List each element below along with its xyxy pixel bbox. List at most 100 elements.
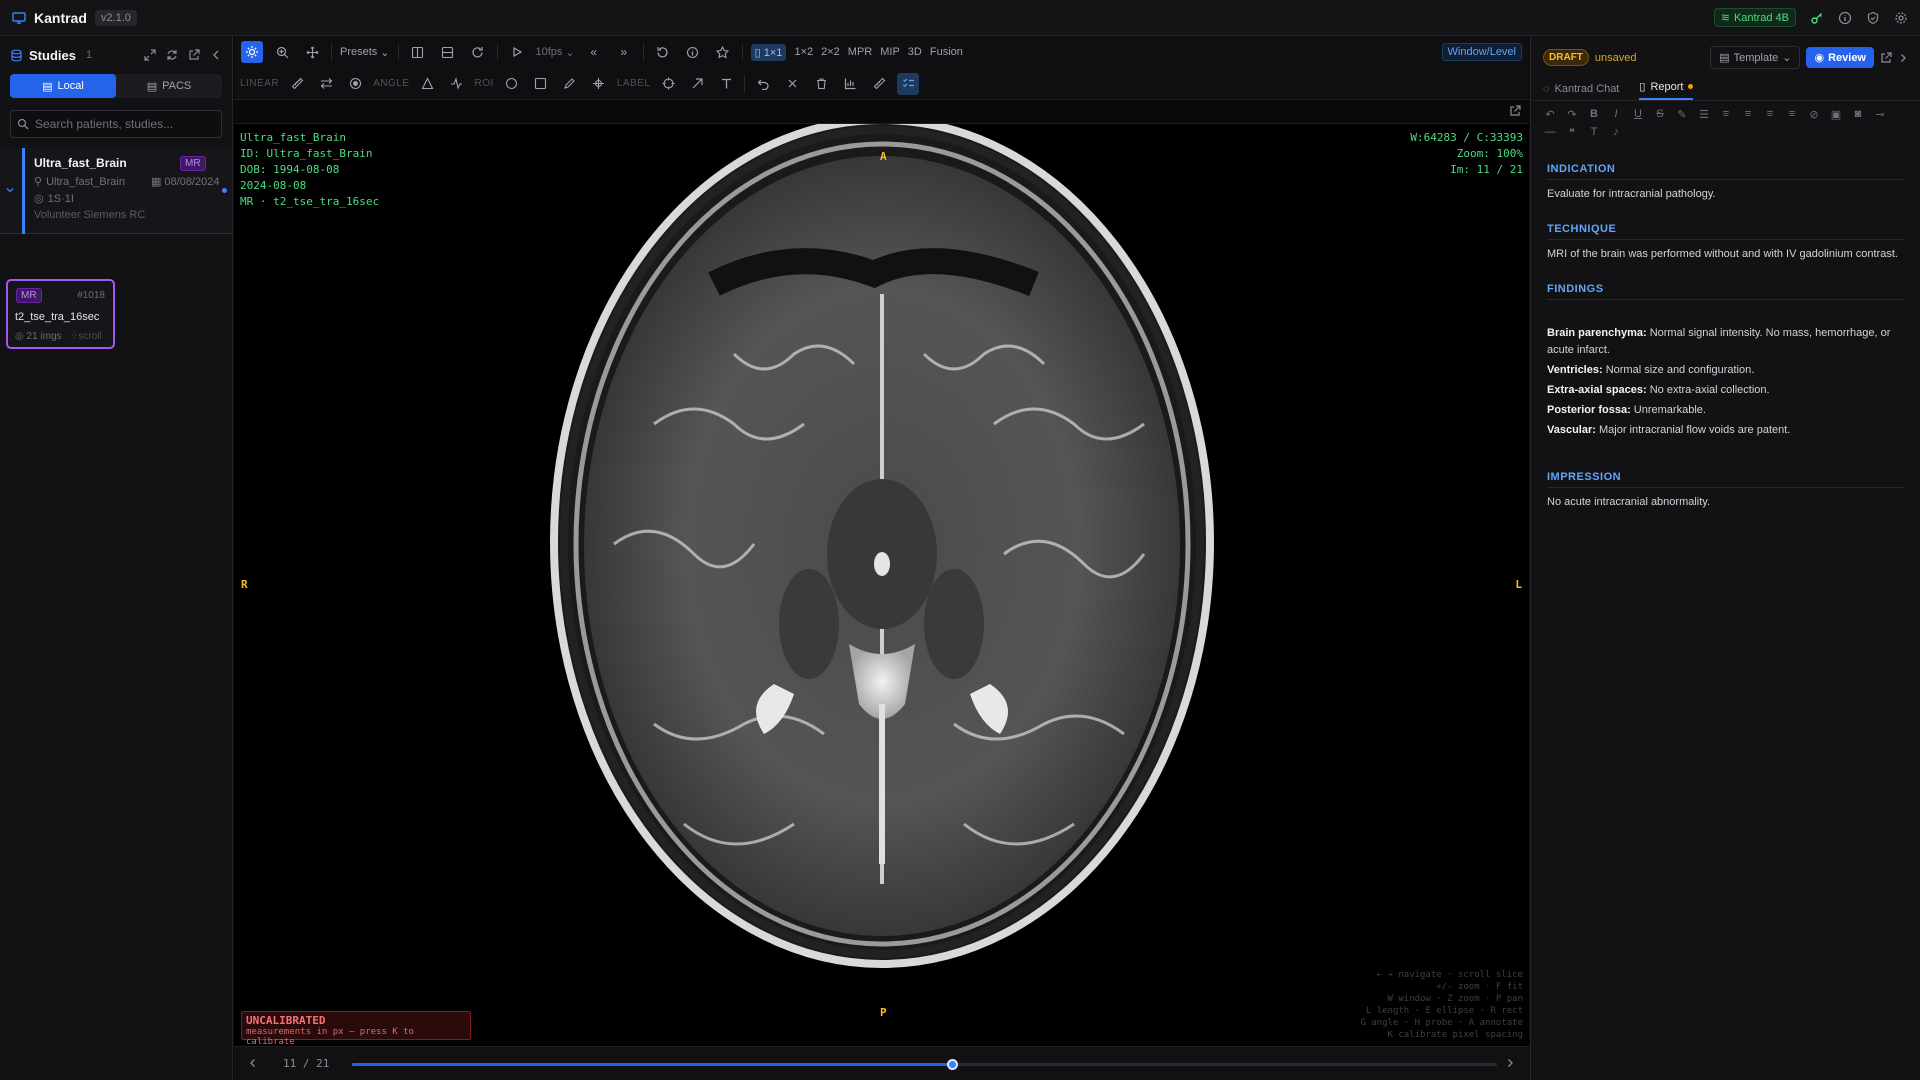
- text-icon[interactable]: [715, 73, 737, 95]
- next-slice-icon[interactable]: [1505, 1058, 1515, 1068]
- image-icon[interactable]: ▣: [1829, 107, 1843, 121]
- reset-icon[interactable]: [652, 41, 674, 63]
- zoom-icon[interactable]: [271, 41, 293, 63]
- clear-icon[interactable]: [781, 73, 803, 95]
- uncalibrated-warning[interactable]: UNCALIBRATED measurements in px — press …: [241, 1011, 471, 1046]
- overlay-image-index: Im: 11 / 21: [1450, 163, 1523, 176]
- external-link-icon[interactable]: [188, 49, 200, 61]
- tab-pacs[interactable]: ▤ PACS: [116, 74, 222, 98]
- finding-label: Extra-axial spaces:: [1547, 384, 1647, 396]
- probe-icon[interactable]: [588, 73, 610, 95]
- redo-icon[interactable]: ↷: [1565, 107, 1579, 121]
- calibrate-icon[interactable]: [868, 73, 890, 95]
- flip-horizontal-icon[interactable]: [407, 41, 429, 63]
- first-slice-icon[interactable]: «: [583, 41, 605, 63]
- undo-icon[interactable]: ↶: [1543, 107, 1557, 121]
- active-tool-badge: Window/Level: [1441, 43, 1522, 61]
- target-icon[interactable]: [344, 73, 366, 95]
- template-label: Template: [1733, 51, 1779, 64]
- study-item[interactable]: Ultra_fast_Brain MR ⚲ Ultra_fast_Brain ▦ 0…: [0, 148, 232, 234]
- align-left-icon[interactable]: ≡: [1741, 107, 1755, 121]
- clear-format-icon[interactable]: T: [1587, 125, 1601, 139]
- layout-1x1-label: 1×1: [763, 46, 783, 59]
- star-icon[interactable]: [712, 41, 734, 63]
- chevron-down-icon[interactable]: [5, 185, 15, 195]
- numbered-list-icon[interactable]: ≡: [1719, 107, 1733, 121]
- refresh-icon[interactable]: [166, 49, 178, 61]
- cobb-angle-icon[interactable]: [446, 73, 468, 95]
- layout-1x2[interactable]: 1×2: [794, 46, 813, 58]
- popout-icon[interactable]: [1509, 105, 1521, 117]
- image-viewport[interactable]: Ultra_fast_Brain ID: Ultra_fast_Brain DO…: [234, 124, 1529, 1046]
- tab-report[interactable]: ▯ Report: [1639, 80, 1694, 100]
- last-slice-icon[interactable]: »: [613, 41, 635, 63]
- highlight-icon[interactable]: ✎: [1675, 107, 1689, 121]
- series-thumbnail[interactable]: MR #1018 t2_tse_tra_16sec ◎ 21 imgs ⁘scr…: [6, 279, 115, 349]
- ai-model-badge[interactable]: ≋ Kantrad 4B: [1713, 8, 1796, 27]
- quote-icon[interactable]: ❝: [1565, 125, 1579, 139]
- key-icon[interactable]: [1810, 11, 1824, 25]
- horizontal-rule-icon[interactable]: —: [1543, 125, 1557, 139]
- angle-icon[interactable]: [417, 73, 439, 95]
- search-input[interactable]: [35, 117, 215, 131]
- tab-local[interactable]: ▤ Local: [10, 74, 116, 98]
- bidirectional-icon[interactable]: [315, 73, 337, 95]
- uncalibrated-subtitle: measurements in px — press K to calibrat…: [246, 1027, 414, 1046]
- window-level-tool[interactable]: [241, 41, 263, 63]
- link-icon[interactable]: ⊘: [1807, 107, 1821, 121]
- underline-icon[interactable]: U: [1631, 107, 1645, 121]
- tab-kantrad-chat[interactable]: ◌ Kantrad Chat: [1543, 83, 1619, 100]
- italic-icon[interactable]: I: [1609, 107, 1623, 121]
- checklist-icon[interactable]: [897, 72, 920, 95]
- info-icon[interactable]: [1838, 11, 1852, 25]
- chevron-right-icon[interactable]: [1898, 53, 1908, 63]
- collapse-icon[interactable]: [210, 49, 222, 61]
- bold-icon[interactable]: B: [1587, 107, 1601, 121]
- series-modality-badge: MR: [16, 288, 42, 303]
- undo-icon[interactable]: [752, 73, 774, 95]
- microphone-icon[interactable]: ♪: [1609, 125, 1623, 139]
- template-dropdown[interactable]: ▤ Template ⌄: [1710, 46, 1801, 69]
- presets-dropdown[interactable]: Presets ⌄: [340, 46, 390, 59]
- flip-vertical-icon[interactable]: [437, 41, 459, 63]
- layout-1x1[interactable]: ▯ 1×1: [750, 43, 787, 61]
- camera-icon[interactable]: ◙: [1851, 107, 1865, 121]
- align-right-icon[interactable]: ≡: [1785, 107, 1799, 121]
- mode-fusion[interactable]: Fusion: [930, 46, 963, 58]
- source-toggle: ▤ Local ▤ PACS: [10, 74, 222, 98]
- histogram-icon[interactable]: [839, 73, 861, 95]
- pan-icon[interactable]: [301, 41, 323, 63]
- attach-icon[interactable]: ⊸: [1873, 107, 1887, 121]
- app-name: Kantrad: [34, 9, 87, 26]
- bullet-list-icon[interactable]: ☰: [1697, 107, 1711, 121]
- fps-dropdown[interactable]: 10fps ⌄: [536, 46, 575, 59]
- mode-mpr[interactable]: MPR: [848, 46, 872, 58]
- expand-icon[interactable]: [144, 49, 156, 61]
- gear-icon[interactable]: [1894, 11, 1908, 25]
- prev-slice-icon[interactable]: [248, 1058, 258, 1068]
- external-link-icon[interactable]: [1880, 51, 1892, 64]
- slice-slider-thumb[interactable]: [947, 1059, 958, 1070]
- study-date: 08/08/2024: [164, 175, 220, 188]
- strikethrough-icon[interactable]: S: [1653, 107, 1667, 121]
- draft-badge: DRAFT: [1543, 49, 1589, 66]
- finding-label: Ventricles:: [1547, 364, 1603, 376]
- arrow-annotate-icon[interactable]: [686, 73, 708, 95]
- trash-icon[interactable]: [810, 73, 832, 95]
- rectangle-icon[interactable]: [530, 73, 552, 95]
- rotate-icon[interactable]: [467, 41, 489, 63]
- freehand-icon[interactable]: [559, 73, 581, 95]
- layout-2x2[interactable]: 2×2: [821, 46, 840, 58]
- shield-icon[interactable]: [1866, 11, 1880, 25]
- mode-3d[interactable]: 3D: [908, 46, 922, 58]
- report-body[interactable]: INDICATION Evaluate for intracranial pat…: [1531, 139, 1920, 511]
- review-button[interactable]: ◉ Review: [1806, 47, 1874, 68]
- ruler-icon[interactable]: [286, 73, 308, 95]
- ellipse-icon[interactable]: [501, 73, 523, 95]
- mode-mip[interactable]: MIP: [880, 46, 900, 58]
- info-icon[interactable]: [682, 41, 704, 63]
- align-center-icon[interactable]: ≡: [1763, 107, 1777, 121]
- slice-slider[interactable]: [352, 1059, 1497, 1070]
- play-icon[interactable]: [506, 41, 528, 63]
- crosshair-icon[interactable]: [657, 73, 679, 95]
